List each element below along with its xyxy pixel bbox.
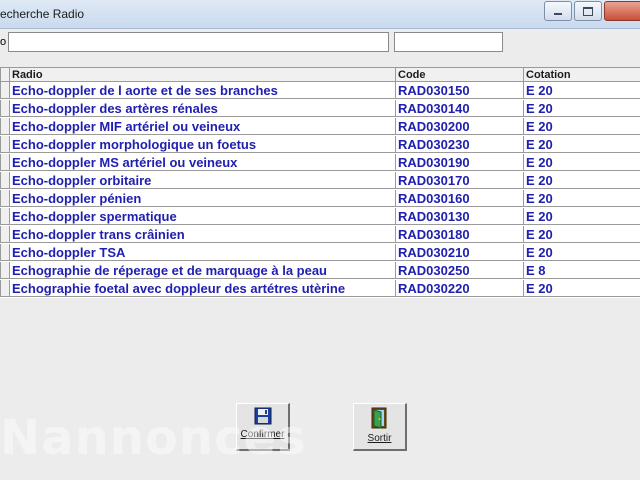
cell-code[interactable]: RAD030160 bbox=[396, 190, 524, 207]
minimize-button[interactable] bbox=[544, 1, 572, 21]
cell-cotation[interactable]: E 20 bbox=[524, 136, 640, 153]
search-input[interactable] bbox=[8, 32, 389, 52]
cell-cotation[interactable]: E 20 bbox=[524, 100, 640, 117]
header-indicator bbox=[0, 68, 10, 82]
results-grid[interactable]: Radio Code Cotation Echo-doppler de l ao… bbox=[0, 67, 640, 298]
minimize-icon bbox=[554, 13, 562, 15]
cell-cotation[interactable]: E 20 bbox=[524, 280, 640, 297]
cell-cotation[interactable]: E 20 bbox=[524, 118, 640, 135]
table-row[interactable]: Echographie foetal avec doppleur des art… bbox=[0, 280, 640, 298]
row-indicator bbox=[0, 136, 10, 153]
table-row[interactable]: Echo-doppler trans crâinien RAD030180 E 20 bbox=[0, 226, 640, 244]
cell-cotation[interactable]: E 20 bbox=[524, 208, 640, 225]
column-header-radio[interactable]: Radio bbox=[10, 68, 396, 82]
code-search-input[interactable] bbox=[394, 32, 503, 52]
table-row[interactable]: Echo-doppler des artères rénales RAD03014… bbox=[0, 100, 640, 118]
cell-code[interactable]: RAD030200 bbox=[396, 118, 524, 135]
table-row[interactable]: Echo-doppler MS artériel ou veineux RAD03… bbox=[0, 154, 640, 172]
title-bar: echerche Radio bbox=[0, 0, 640, 29]
cell-radio[interactable]: Echographie de réperage et de marquage à… bbox=[10, 262, 396, 279]
row-indicator bbox=[0, 262, 10, 279]
window-controls bbox=[542, 1, 640, 21]
cell-radio[interactable]: Echo-doppler des artères rénales bbox=[10, 100, 396, 117]
close-button[interactable] bbox=[604, 1, 640, 21]
cell-code[interactable]: RAD030170 bbox=[396, 172, 524, 189]
cell-code[interactable]: RAD030250 bbox=[396, 262, 524, 279]
table-row[interactable]: Echo-doppler spermatique RAD030130 E 20 bbox=[0, 208, 640, 226]
table-row[interactable]: Echo-doppler de l aorte et de ses branch… bbox=[0, 82, 640, 100]
cell-cotation[interactable]: E 8 bbox=[524, 262, 640, 279]
row-indicator bbox=[0, 208, 10, 225]
cell-cotation[interactable]: E 20 bbox=[524, 154, 640, 171]
row-indicator bbox=[0, 100, 10, 117]
cell-code[interactable]: RAD030130 bbox=[396, 208, 524, 225]
row-indicator bbox=[0, 154, 10, 171]
row-indicator bbox=[0, 82, 10, 99]
cell-radio[interactable]: Echo-doppler TSA bbox=[10, 244, 396, 261]
window-title: echerche Radio bbox=[0, 7, 85, 21]
table-row[interactable]: Echo-doppler morphologique un foetus RAD0… bbox=[0, 136, 640, 154]
exit-label: Sortir bbox=[367, 433, 392, 444]
column-header-cotation[interactable]: Cotation bbox=[524, 68, 640, 82]
row-indicator bbox=[0, 244, 10, 261]
cell-radio[interactable]: Echo-doppler trans crâinien bbox=[10, 226, 396, 243]
cell-code[interactable]: RAD030210 bbox=[396, 244, 524, 261]
cell-cotation[interactable]: E 20 bbox=[524, 226, 640, 243]
cell-code[interactable]: RAD030190 bbox=[396, 154, 524, 171]
cell-radio[interactable]: Echo-doppler pénien bbox=[10, 190, 396, 207]
row-indicator bbox=[0, 190, 10, 207]
table-row[interactable]: Echo-doppler MIF artériel ou veineux RAD0… bbox=[0, 118, 640, 136]
cell-radio[interactable]: Echo-doppler MIF artériel ou veineux bbox=[10, 118, 396, 135]
cell-radio[interactable]: Echo-doppler MS artériel ou veineux bbox=[10, 154, 396, 171]
exit-button[interactable]: Sortir bbox=[353, 403, 407, 451]
table-row[interactable]: Echo-doppler TSA RAD030210 E 20 bbox=[0, 244, 640, 262]
column-header-code[interactable]: Code bbox=[396, 68, 524, 82]
cell-code[interactable]: RAD030230 bbox=[396, 136, 524, 153]
table-row[interactable]: Echo-doppler orbitaire RAD030170 E 20 bbox=[0, 172, 640, 190]
row-indicator bbox=[0, 118, 10, 135]
cell-radio[interactable]: Echo-doppler morphologique un foetus bbox=[10, 136, 396, 153]
cell-cotation[interactable]: E 20 bbox=[524, 172, 640, 189]
cell-radio[interactable]: Echo-doppler spermatique bbox=[10, 208, 396, 225]
search-label: o bbox=[0, 36, 7, 48]
row-indicator bbox=[0, 226, 10, 243]
cell-code[interactable]: RAD030140 bbox=[396, 100, 524, 117]
cell-cotation[interactable]: E 20 bbox=[524, 244, 640, 261]
cell-cotation[interactable]: E 20 bbox=[524, 190, 640, 207]
cell-code[interactable]: RAD030150 bbox=[396, 82, 524, 99]
cell-radio[interactable]: Echographie foetal avec doppleur des art… bbox=[10, 280, 396, 297]
cell-code[interactable]: RAD030180 bbox=[396, 226, 524, 243]
cell-radio[interactable]: Echo-doppler orbitaire bbox=[10, 172, 396, 189]
cell-radio[interactable]: Echo-doppler de l aorte et de ses branch… bbox=[10, 82, 396, 99]
watermark: Nannonces bbox=[0, 410, 307, 466]
cell-code[interactable]: RAD030220 bbox=[396, 280, 524, 297]
grid-header: Radio Code Cotation bbox=[0, 68, 640, 82]
row-indicator bbox=[0, 280, 10, 297]
maximize-button[interactable] bbox=[574, 1, 602, 21]
exit-door-icon bbox=[371, 407, 386, 429]
row-indicator bbox=[0, 172, 10, 189]
maximize-icon bbox=[583, 6, 593, 16]
table-row[interactable]: Echo-doppler pénien RAD030160 E 20 bbox=[0, 190, 640, 208]
cell-cotation[interactable]: E 20 bbox=[524, 82, 640, 99]
table-row[interactable]: Echographie de réperage et de marquage à… bbox=[0, 262, 640, 280]
